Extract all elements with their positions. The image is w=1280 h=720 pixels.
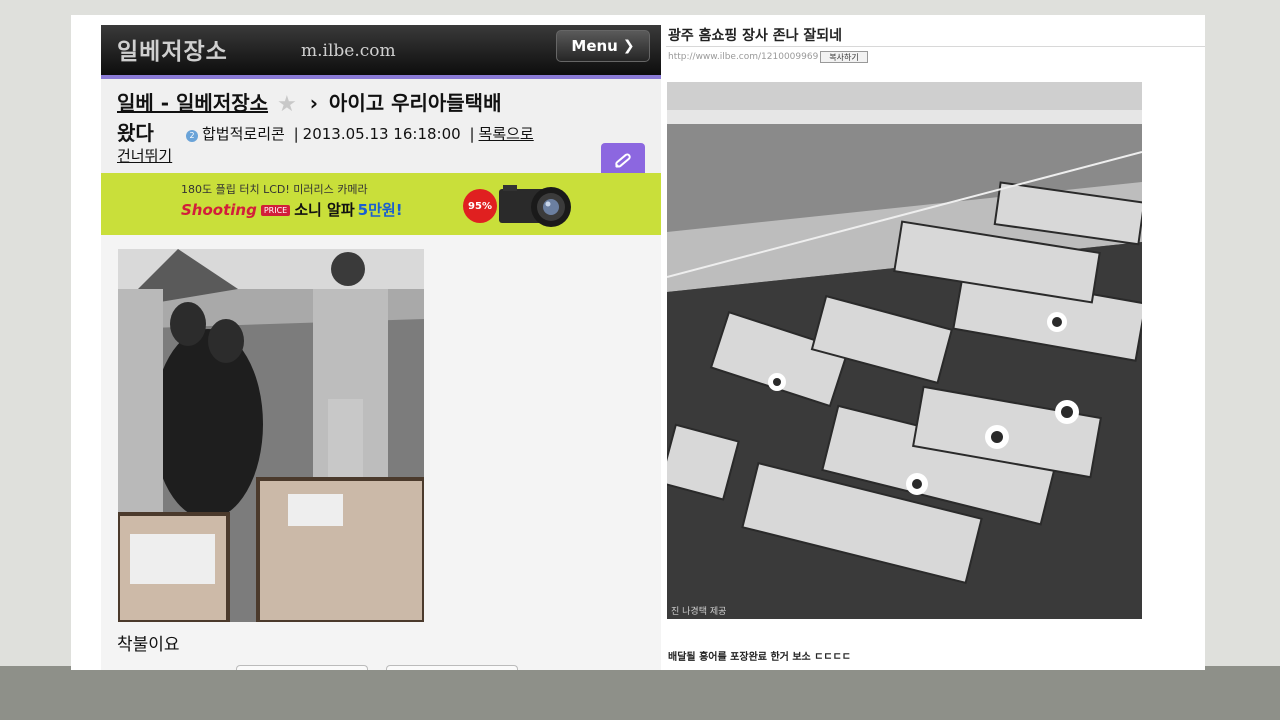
mobile-post-screenshot: 일베저장소 m.ilbe.com Menu ❯ 일베 - 일베저장소 ★ › 아… <box>101 25 661 670</box>
post-caption: 착불이요 <box>117 635 180 655</box>
site-logo[interactable]: 일베저장소 <box>117 32 228 66</box>
bottom-bar <box>0 666 1280 720</box>
star-icon[interactable]: ★ <box>277 92 297 117</box>
menu-button[interactable]: Menu ❯ <box>556 30 650 62</box>
ad-headline: 180도 플립 터치 LCD! 미러리스 카메라 <box>181 183 368 196</box>
ad-tag: PRICE <box>260 205 291 216</box>
site-header: 일베저장소 m.ilbe.com Menu ❯ <box>101 25 661 79</box>
menu-label: Menu <box>571 37 618 55</box>
blog-post-screenshot: 광주 홈쇼핑 장사 존나 잘되네 http://www.ilbe.com/121… <box>666 25 1205 670</box>
photo-credit: 진 나경택 제공 <box>671 607 727 617</box>
list-link[interactable]: 목록으로 <box>479 125 534 143</box>
board-link[interactable]: 일베 - 일베저장소 <box>117 91 268 115</box>
post-url[interactable]: http://www.ilbe.com/1210009969 <box>668 52 818 62</box>
skip-link[interactable]: 건너뛰기 <box>117 145 172 166</box>
discount-badge: 95% <box>463 189 497 223</box>
ad-brand: Shooting <box>181 201 257 219</box>
level-badge-icon: 2 <box>186 130 198 142</box>
pencil-icon <box>615 153 631 168</box>
post-photo-coffins: 진 나경택 제공 <box>667 82 1142 619</box>
title-divider <box>666 46 1205 47</box>
post-date: 2013.05.13 16:18:00 <box>302 125 461 143</box>
breadcrumb-separator: › <box>309 91 318 115</box>
footer-button[interactable] <box>386 665 518 670</box>
blog-post-body: 배달될 홍어를 포장완료 한거 보소 ㄷㄷㄷㄷ <box>668 652 852 663</box>
ad-banner[interactable]: 180도 플립 터치 LCD! 미러리스 카메라 Shooting PRICE 소니… <box>101 173 661 235</box>
slide: 일베저장소 m.ilbe.com Menu ❯ 일베 - 일베저장소 ★ › 아… <box>71 15 1205 670</box>
footer-button[interactable] <box>236 665 368 670</box>
copy-url-button[interactable]: 복사하기 <box>820 51 868 63</box>
meta-separator: | <box>469 125 475 143</box>
post-title-continued: 왔다 <box>117 121 154 145</box>
post-title-block: 일베 - 일베저장소 ★ › 아이고 우리아들택배 왔다 2 합법적로리콘 | 20… <box>101 79 661 177</box>
post-title: 아이고 우리아들택배 <box>328 91 502 115</box>
ad-product: 소니 알파 <box>294 201 355 219</box>
ad-price: 5만원! <box>357 201 403 219</box>
edit-button[interactable] <box>601 143 645 177</box>
blog-post-title: 광주 홈쇼핑 장사 존나 잘되네 <box>668 28 843 44</box>
ad-offer: Shooting PRICE 소니 알파 5만원! <box>181 199 403 220</box>
site-domain: m.ilbe.com <box>301 41 396 61</box>
meta-separator: | <box>293 125 299 143</box>
chevron-right-icon: ❯ <box>622 38 635 54</box>
post-photo-mourners <box>118 249 424 622</box>
author-name[interactable]: 합법적로리콘 <box>202 125 285 143</box>
post-title-line: 일베 - 일베저장소 ★ › 아이고 우리아들택배 <box>117 87 502 117</box>
camera-icon <box>499 185 571 227</box>
post-meta: 2 합법적로리콘 | 2013.05.13 16:18:00 | 목록으로 <box>186 123 534 144</box>
